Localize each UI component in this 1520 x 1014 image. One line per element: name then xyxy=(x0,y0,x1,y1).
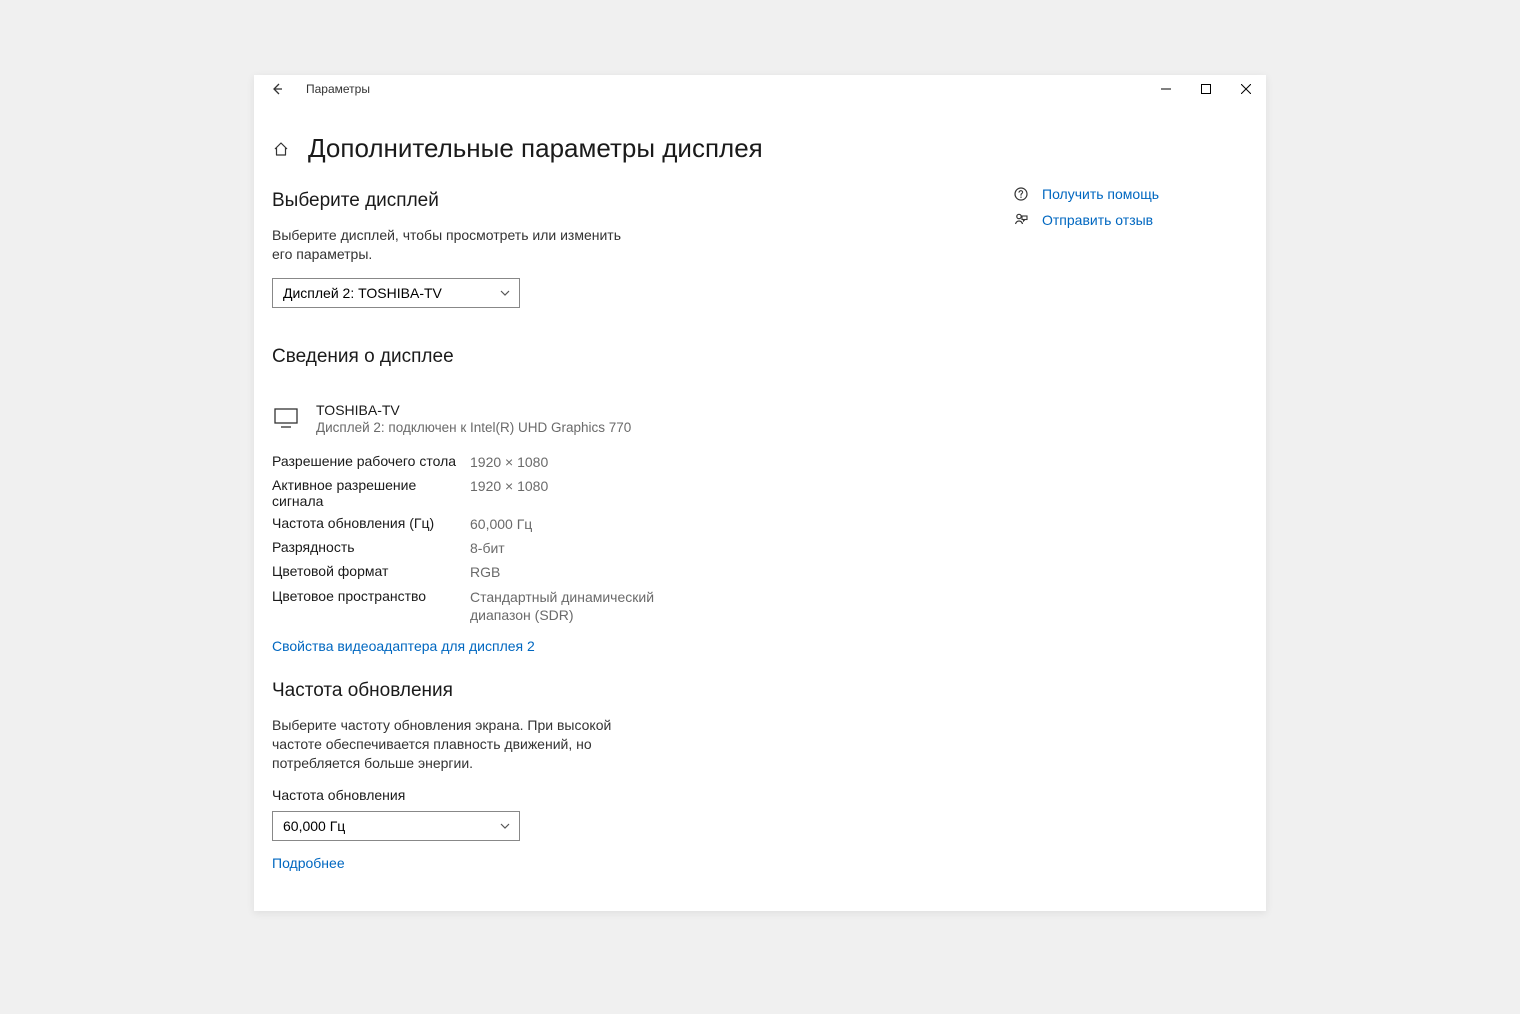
select-display-heading: Выберите дисплей xyxy=(272,190,1012,212)
refresh-rate-select[interactable]: 60,000 Гц xyxy=(272,811,520,841)
home-icon xyxy=(273,141,289,157)
refresh-rate-label: Частота обновления xyxy=(272,787,1012,803)
spec-value: 8-бит xyxy=(470,539,670,557)
help-icon xyxy=(1012,185,1030,203)
maximize-button[interactable] xyxy=(1186,75,1226,103)
content: Дополнительные параметры дисплея Выберит… xyxy=(254,103,1266,911)
display-summary: TOSHIBA-TV Дисплей 2: подключен к Intel(… xyxy=(272,402,1012,435)
maximize-icon xyxy=(1201,84,1211,94)
spec-value: RGB xyxy=(470,563,670,581)
spacer xyxy=(272,308,1012,346)
get-help-link[interactable]: Получить помощь xyxy=(1012,181,1242,207)
display-select-value: Дисплей 2: TOSHIBA-TV xyxy=(283,285,442,301)
refresh-rate-value: 60,000 Гц xyxy=(283,818,345,834)
spec-label: Частота обновления (Гц) xyxy=(272,515,470,533)
close-button[interactable] xyxy=(1226,75,1266,103)
minimize-icon xyxy=(1161,84,1171,94)
spec-value: 1920 × 1080 xyxy=(470,453,670,471)
refresh-rate-text: Выберите частоту обновления экрана. При … xyxy=(272,716,642,773)
page-header: Дополнительные параметры дисплея xyxy=(272,133,1012,164)
spec-value: 60,000 Гц xyxy=(470,515,670,533)
back-button[interactable] xyxy=(268,75,286,103)
close-icon xyxy=(1241,84,1251,94)
chevron-down-icon xyxy=(499,820,511,832)
display-spec-table: Разрешение рабочего стола 1920 × 1080 Ак… xyxy=(272,453,1012,624)
display-select[interactable]: Дисплей 2: TOSHIBA-TV xyxy=(272,278,520,308)
side-column: Получить помощь Отправить отзыв xyxy=(1012,133,1242,871)
spec-label: Разрешение рабочего стола xyxy=(272,453,470,471)
spec-label: Активное разрешение сигнала xyxy=(272,477,470,509)
refresh-rate-heading: Частота обновления xyxy=(272,680,1012,702)
chevron-down-icon xyxy=(499,287,511,299)
select-display-text: Выберите дисплей, чтобы просмотреть или … xyxy=(272,226,642,264)
minimize-button[interactable] xyxy=(1146,75,1186,103)
learn-more-link[interactable]: Подробнее xyxy=(272,855,1012,871)
window-controls xyxy=(1146,75,1266,103)
get-help-label: Получить помощь xyxy=(1042,186,1159,202)
window-title: Параметры xyxy=(306,82,370,96)
titlebar: Параметры xyxy=(254,75,1266,103)
page-title: Дополнительные параметры дисплея xyxy=(308,133,763,164)
spec-label: Цветовой формат xyxy=(272,563,470,581)
spec-value: Стандартный динамический диапазон (SDR) xyxy=(470,588,670,624)
feedback-label: Отправить отзыв xyxy=(1042,212,1153,228)
feedback-icon xyxy=(1012,211,1030,229)
spec-label: Разрядность xyxy=(272,539,470,557)
settings-window: Параметры xyxy=(254,75,1266,911)
display-info-heading: Сведения о дисплее xyxy=(272,346,1012,368)
spec-label: Цветовое пространство xyxy=(272,588,470,624)
display-name: TOSHIBA-TV xyxy=(316,402,631,418)
spec-value: 1920 × 1080 xyxy=(470,477,670,509)
display-connection: Дисплей 2: подключен к Intel(R) UHD Grap… xyxy=(316,420,631,435)
main-column: Дополнительные параметры дисплея Выберит… xyxy=(272,133,1012,871)
arrow-left-icon xyxy=(270,82,284,96)
monitor-icon xyxy=(272,404,300,432)
adapter-properties-link[interactable]: Свойства видеоадаптера для дисплея 2 xyxy=(272,638,1012,654)
home-button[interactable] xyxy=(272,140,290,158)
feedback-link[interactable]: Отправить отзыв xyxy=(1012,207,1242,233)
